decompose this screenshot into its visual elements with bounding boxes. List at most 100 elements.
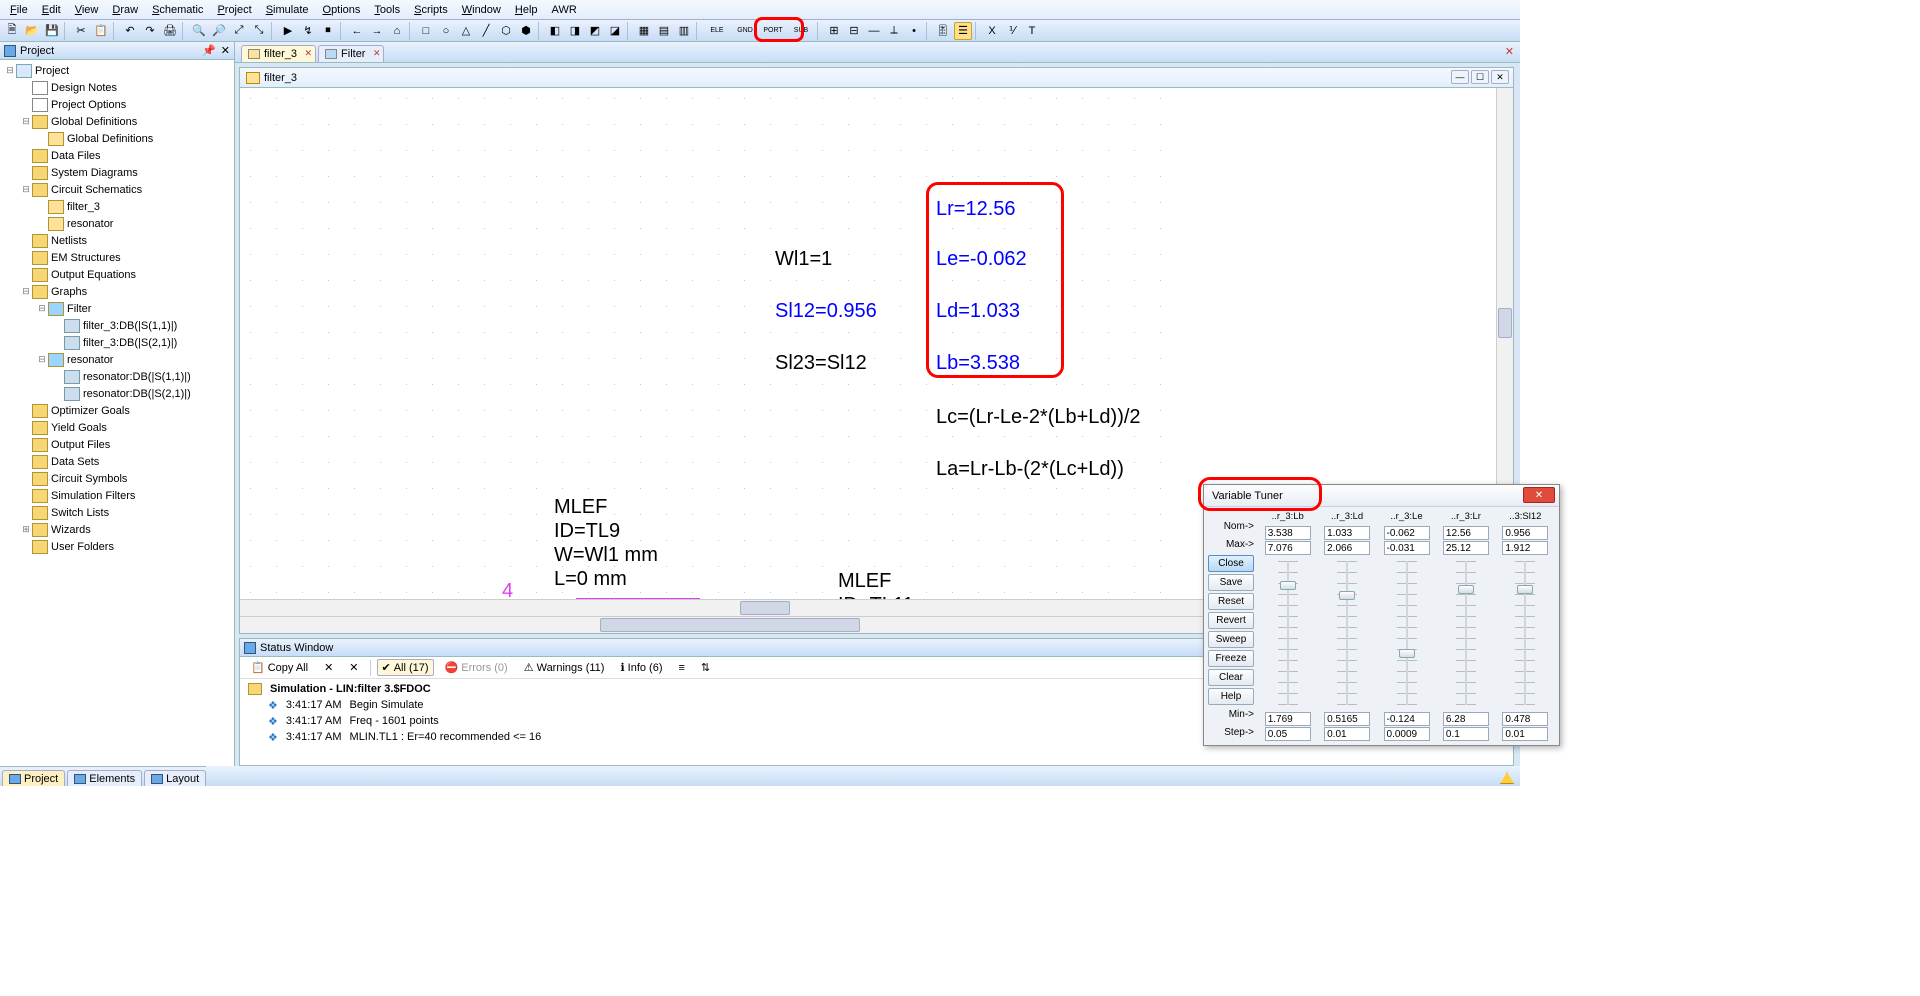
- sch-text[interactable]: MLEF: [838, 570, 891, 593]
- tree-resonator[interactable]: resonator: [0, 215, 234, 232]
- status-clear-all[interactable]: ✕: [344, 659, 363, 676]
- tb-place-1[interactable]: ◨: [566, 22, 584, 40]
- tuner-step-input[interactable]: [1443, 727, 1489, 741]
- menu-help[interactable]: Help: [509, 2, 546, 18]
- menu-window[interactable]: Window: [456, 2, 509, 18]
- tree-resonator[interactable]: ⊟resonator: [0, 351, 234, 368]
- tuner-max-input[interactable]: [1502, 541, 1548, 555]
- tree-twisty[interactable]: ⊟: [20, 116, 32, 127]
- sch-text[interactable]: Wl1=1: [775, 248, 832, 271]
- tuner-min-input[interactable]: [1502, 712, 1548, 726]
- tree-data-sets[interactable]: Data Sets: [0, 453, 234, 470]
- doc-tabs-close[interactable]: ✕: [1505, 45, 1514, 58]
- tuner-revert-button[interactable]: Revert: [1208, 612, 1254, 629]
- sch-text[interactable]: Lc=(Lr-Le-2*(Lb+Ld))/2: [936, 406, 1141, 429]
- tb-misc-2[interactable]: —: [865, 22, 883, 40]
- menu-simulate[interactable]: Simulate: [260, 2, 317, 18]
- tb-sim-2[interactable]: ⏹: [319, 22, 337, 40]
- tuner-max-input[interactable]: [1443, 541, 1489, 555]
- tuner-nom-input[interactable]: [1324, 526, 1370, 540]
- tb-layout-1[interactable]: ▤: [655, 22, 673, 40]
- tb-draw-0[interactable]: □: [417, 22, 435, 40]
- tb-file-1[interactable]: 📂: [23, 22, 41, 40]
- tree-filter-3[interactable]: filter_3: [0, 198, 234, 215]
- status-filter-warnings[interactable]: ⚠Warnings (11): [519, 659, 610, 676]
- tb-layout-0[interactable]: ▦: [635, 22, 653, 40]
- tree-system-diagrams[interactable]: System Diagrams: [0, 164, 234, 181]
- tuner-min-input[interactable]: [1324, 712, 1370, 726]
- tb-nav-2[interactable]: ⌂: [388, 22, 406, 40]
- tuner-slider[interactable]: [1515, 561, 1535, 705]
- tuner-sweep-button[interactable]: Sweep: [1208, 631, 1254, 648]
- tb-ele[interactable]: ELE: [704, 22, 730, 40]
- tree-filter[interactable]: ⊟Filter: [0, 300, 234, 317]
- status-filter-errors[interactable]: ⛔Errors (0): [440, 659, 513, 676]
- tuner-min-input[interactable]: [1384, 712, 1430, 726]
- tuner-col-header[interactable]: ..r_3:Le: [1390, 511, 1422, 525]
- sch-text[interactable]: L=0 mm: [554, 568, 627, 591]
- tree-twisty[interactable]: ⊟: [20, 286, 32, 297]
- tree-circuit-schematics[interactable]: ⊟Circuit Schematics: [0, 181, 234, 198]
- left-tab-elements[interactable]: Elements: [67, 770, 142, 786]
- sch-text[interactable]: Lr=12.56: [936, 198, 1016, 221]
- menu-options[interactable]: Options: [317, 2, 369, 18]
- sch-text[interactable]: Ld=1.033: [936, 300, 1020, 323]
- tuner-nom-input[interactable]: [1502, 526, 1548, 540]
- tab-close-icon[interactable]: ✕: [373, 48, 381, 59]
- menu-tools[interactable]: Tools: [368, 2, 408, 18]
- tb-sim-0[interactable]: ▶: [279, 22, 297, 40]
- sch-text[interactable]: MLEF: [554, 496, 607, 519]
- menu-edit[interactable]: Edit: [36, 2, 69, 18]
- tree-em-structures[interactable]: EM Structures: [0, 249, 234, 266]
- menu-project[interactable]: Project: [211, 2, 259, 18]
- tb-sub[interactable]: SUB: [788, 22, 814, 40]
- tree-global-definitions[interactable]: Global Definitions: [0, 130, 234, 147]
- project-tree[interactable]: ⊟ProjectDesign NotesProject Options⊟Glob…: [0, 60, 234, 766]
- tuner-col-header[interactable]: ..r_3:Lr: [1451, 511, 1481, 525]
- tb-draw-5[interactable]: ⬢: [517, 22, 535, 40]
- tb-file-0[interactable]: 🗎: [3, 22, 21, 40]
- tb-nav-0[interactable]: ←: [348, 22, 366, 40]
- tuner-slider[interactable]: [1456, 561, 1476, 705]
- tb-text-2[interactable]: T: [1023, 22, 1041, 40]
- status-option-a[interactable]: ≡: [674, 660, 690, 676]
- tree-switch-lists[interactable]: Switch Lists: [0, 504, 234, 521]
- tb-draw-1[interactable]: ○: [437, 22, 455, 40]
- tuner-clear-button[interactable]: Clear: [1208, 669, 1254, 686]
- tuner-min-input[interactable]: [1265, 712, 1311, 726]
- menu-view[interactable]: View: [69, 2, 107, 18]
- tree-graphs[interactable]: ⊟Graphs: [0, 283, 234, 300]
- tuner-titlebar[interactable]: Variable Tuner ✕: [1204, 485, 1559, 507]
- tb-zoom-3[interactable]: ⤡: [250, 22, 268, 40]
- menu-awr[interactable]: AWR: [546, 2, 585, 18]
- tb-zoom-0[interactable]: 🔍: [190, 22, 208, 40]
- tuner-close-button[interactable]: Close: [1208, 555, 1254, 572]
- tuner-slider[interactable]: [1337, 561, 1357, 705]
- tree-user-folders[interactable]: User Folders: [0, 538, 234, 555]
- tree-output-equations[interactable]: Output Equations: [0, 266, 234, 283]
- tree-filter-3-db-s-2-1-[interactable]: filter_3:DB(|S(2,1)|): [0, 334, 234, 351]
- menu-draw[interactable]: Draw: [106, 2, 146, 18]
- tb-undo-1[interactable]: ↷: [141, 22, 159, 40]
- tuner-max-input[interactable]: [1324, 541, 1370, 555]
- tuner-freeze-button[interactable]: Freeze: [1208, 650, 1254, 667]
- pin-icon[interactable]: 📌: [202, 44, 216, 57]
- tb-file-2[interactable]: 💾: [43, 22, 61, 40]
- warning-icon[interactable]: [1500, 772, 1514, 784]
- sch-text[interactable]: ID=TL9: [554, 520, 620, 543]
- tuner-col-header[interactable]: ..3:Sl12: [1509, 511, 1541, 525]
- tb-undo-0[interactable]: ↶: [121, 22, 139, 40]
- sch-text[interactable]: Lb=3.538: [936, 352, 1020, 375]
- tab-close-icon[interactable]: ✕: [304, 48, 312, 59]
- tree-twisty[interactable]: ⊟: [36, 354, 48, 365]
- tree-filter-3-db-s-1-1-[interactable]: filter_3:DB(|S(1,1)|): [0, 317, 234, 334]
- sch-text[interactable]: W=Wl1 mm: [554, 544, 658, 567]
- menu-schematic[interactable]: Schematic: [146, 2, 211, 18]
- tuner-nom-input[interactable]: [1443, 526, 1489, 540]
- tb-misc-3[interactable]: ⟂: [885, 22, 903, 40]
- menu-scripts[interactable]: Scripts: [408, 2, 456, 18]
- tree-project[interactable]: ⊟Project: [0, 62, 234, 79]
- tree-twisty[interactable]: ⊟: [4, 65, 16, 76]
- tuner-step-input[interactable]: [1324, 727, 1370, 741]
- close-icon[interactable]: ✕: [221, 44, 230, 57]
